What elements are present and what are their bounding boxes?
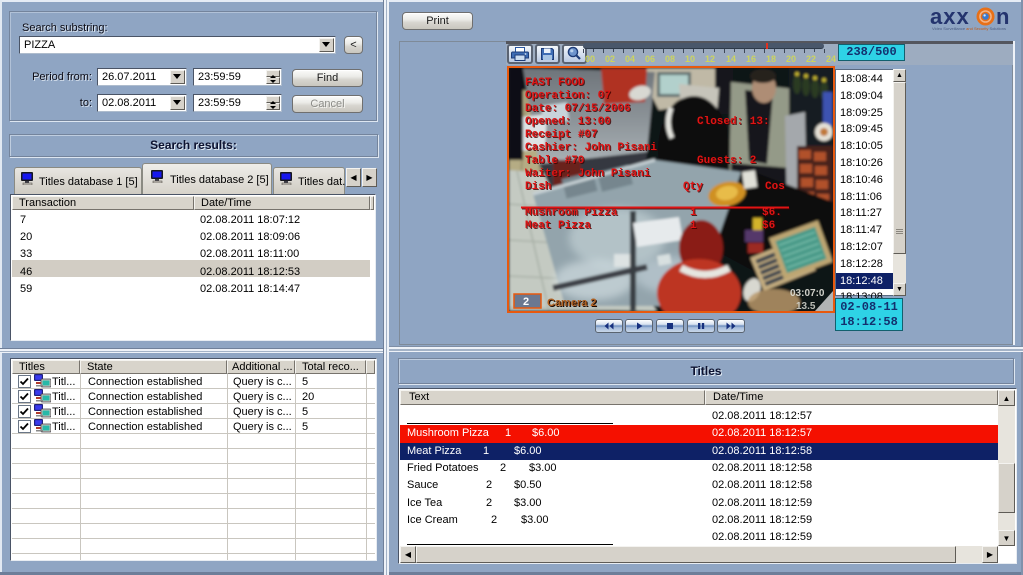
svg-text:Waiter: John Pisani: Waiter: John Pisani xyxy=(525,168,651,180)
svg-text:Table #70: Table #70 xyxy=(525,155,584,167)
svg-text:1: 1 xyxy=(690,220,697,232)
svg-text:Cashier: John Pisani: Cashier: John Pisani xyxy=(525,142,657,154)
svg-text:Closed: 13:: Closed: 13: xyxy=(697,116,770,128)
svg-text:Cos: Cos xyxy=(765,181,785,193)
svg-text:$6.: $6. xyxy=(762,207,782,219)
svg-text:Opened: 13:00: Opened: 13:00 xyxy=(525,116,611,128)
svg-text:Operation: 07: Operation: 07 xyxy=(525,90,611,102)
svg-text:$6: $6 xyxy=(762,220,775,232)
svg-text:Camera 2: Camera 2 xyxy=(547,297,597,309)
svg-text:Guests: 2: Guests: 2 xyxy=(697,155,756,167)
svg-text:Receipt #07: Receipt #07 xyxy=(525,129,598,141)
svg-text:03:07:0: 03:07:0 xyxy=(790,288,825,299)
svg-text:13.5: 13.5 xyxy=(796,301,816,311)
svg-text:FAST FOOD: FAST FOOD xyxy=(525,77,585,89)
svg-text:1: 1 xyxy=(690,207,697,219)
svg-text:Date: 07/15/2006: Date: 07/15/2006 xyxy=(525,103,631,115)
svg-text:2: 2 xyxy=(523,296,529,308)
svg-text:Dish: Dish xyxy=(525,181,551,193)
svg-text:Qty: Qty xyxy=(683,181,703,193)
svg-text:Mushroom Pizza: Mushroom Pizza xyxy=(525,207,618,219)
svg-text:Meat Pizza: Meat Pizza xyxy=(525,220,591,232)
